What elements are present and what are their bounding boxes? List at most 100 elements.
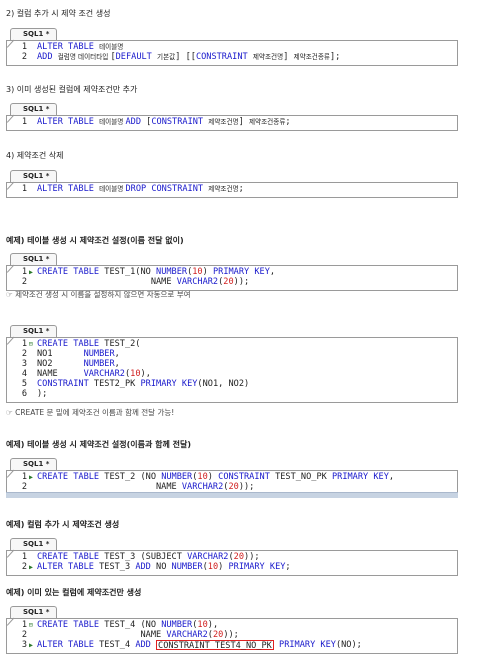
code-line: 6); [7,389,457,399]
fold-collapse-icon: ⊟ [29,340,33,348]
code-line: 1 ALTER TABLE 테이블명 DROP CONSTRAINT 제약조건명; [7,184,457,194]
code-token: CREATE TABLE [37,552,105,562]
code-line: 1 ⊟ CREATE TABLE TEST_4 (NO NUMBER(10), [7,620,457,630]
heading-example-create-named: 예제) 테이블 생성 시 제약조건 설정(이름과 함께 전달) [6,440,192,449]
code-token: ), [207,620,219,630]
gutter-spacer [29,117,37,127]
gutter-spacer [29,630,37,640]
code-token: ) [218,562,229,572]
code-token: , [114,359,120,369]
editor-tab[interactable]: SQL1 * [10,325,58,337]
code-token: 제약조건명 [208,118,239,126]
code-token: 테이블명 [99,43,124,51]
line-number: 3 [21,640,27,650]
editor-alter-add-column: SQL1 * 1 ALTER TABLE 테이블명 2 ADD 컬럼명 데이터타입 [D… [6,21,458,66]
editor-tab[interactable]: SQL1 * [10,28,58,40]
code-token: TEST_3 (SUBJECT [104,552,188,562]
code-token: NUMBER [156,267,188,277]
editor-example-add-column: SQL1 * 1 CREATE TABLE TEST_3 (SUBJECT VARC… [6,531,458,576]
execute-arrow-icon: ▶ [29,641,33,649]
code-line: 1 ⊟ CREATE TABLE TEST_2( [7,339,457,349]
editor-tab[interactable]: SQL1 * [10,458,58,470]
horizontal-scrollbar[interactable] [6,492,458,498]
line-number: 2 [21,630,27,640]
code-token: TEST_4 (NO [104,620,162,630]
code-token: CONSTRAINT [37,379,94,389]
code-token: ADD [125,117,147,127]
code-token: )); [238,482,255,492]
code-token: 컬럼명 데이터타입 [57,53,111,61]
line-number: 2 [21,562,27,572]
highlighted-constraint: CONSTRAINT TEST4_NO_PK [156,640,274,651]
gutter-spacer [29,42,37,52]
code-token: 10 [197,472,208,482]
heading-example-add-column: 예제) 컬럼 추가 시 제약조건 생성 [6,520,120,529]
code-token: NUMBER [83,349,115,359]
code-token: NO1 [37,349,84,359]
code-token: PRIMARY KEY [331,472,389,482]
code-token: ); [37,389,48,399]
editor-example-create-unnamed: SQL1 * 1 ▶ CREATE TABLE TEST_1(NO NUMBER(10… [6,246,458,291]
gutter-spacer [29,52,37,62]
code-line: 2 NO1 NUMBER, [7,349,457,359]
code-line: 3 NO2 NUMBER, [7,359,457,369]
code-line: 1 CREATE TABLE TEST_3 (SUBJECT VARCHAR2(2… [7,552,457,562]
heading-example-create-unnamed: 예제) 테이블 생성 시 제약조건 설정(이름 전달 없이) [6,236,184,245]
code-token: ; [238,184,244,194]
editor-example-existing-column: SQL1 * 1 ⊟ CREATE TABLE TEST_4 (NO NUMBER(1… [6,599,458,654]
code-area[interactable]: 1 ⊟ CREATE TABLE TEST_4 (NO NUMBER(10), 2 N… [6,618,458,654]
code-token: ) [202,267,213,277]
code-token: ALTER TABLE [37,117,100,127]
editor-tab[interactable]: SQL1 * [10,538,58,550]
note-create-with-name: ☞ CREATE 문 밑에 제약조건 이름과 함께 전달 가능! [6,408,175,417]
code-area[interactable]: 1 ALTER TABLE 테이블명 ADD [CONSTRAINT 제약조건명]… [6,115,458,131]
code-line: 2 ADD 컬럼명 데이터타입 [DEFAULT 기본값] [[CONSTRAIN… [7,52,457,62]
code-area[interactable]: 1 CREATE TABLE TEST_3 (SUBJECT VARCHAR2(2… [6,550,458,576]
code-token: VARCHAR2 [83,369,125,379]
code-token: VARCHAR2 [166,630,208,640]
code-token: TEST_2 (NO [104,472,162,482]
line-number: 3 [21,359,27,369]
code-token: )); [244,552,260,562]
code-line: 2 NAME VARCHAR2(20)); [7,482,457,492]
line-number: 4 [21,369,27,379]
code-token: TEST2_PK [93,379,141,389]
code-area[interactable]: 1 ALTER TABLE 테이블명 2 ADD 컬럼명 데이터타입 [DEFAULT… [6,40,458,66]
code-token: ] [238,117,249,127]
heading-alter-add-column: 2) 컬럼 추가 시 제약 조건 생성 [6,9,111,18]
code-token: CREATE TABLE [37,339,105,349]
code-token: NO2 [37,359,84,369]
code-token: 20 [228,482,239,492]
code-area[interactable]: 1 ▶ CREATE TABLE TEST_1(NO NUMBER(10) PRIM… [6,265,458,291]
gutter-spacer [29,369,37,379]
line-number: 2 [21,482,27,492]
code-line: 1 ALTER TABLE 테이블명 [7,42,457,52]
code-token: 10 [207,562,219,572]
code-line: 2 NAME VARCHAR2(20)); [7,277,457,287]
line-number: 2 [21,349,27,359]
code-token: ) [207,472,219,482]
code-line: 1 ALTER TABLE 테이블명 ADD [CONSTRAINT 제약조건명]… [7,117,457,127]
gutter-spacer [29,389,37,399]
editor-tab[interactable]: SQL1 * [10,170,58,182]
code-area[interactable]: 1 ⊟ CREATE TABLE TEST_2(2 NO1 NUMBER, 3 NO2 N… [6,337,458,403]
code-token: NAME [37,277,177,287]
code-token: 20 [223,277,234,287]
heading-example-existing-column: 예제) 이미 있는 컬럼에 제약조건만 생성 [6,588,142,597]
line-number: 6 [21,389,27,399]
editor-tab[interactable]: SQL1 * [10,103,58,115]
code-token: TEST_1(NO [104,267,157,277]
code-token: 20 [233,552,245,562]
code-token: 제약조건명 [252,53,284,61]
code-token: ] [[ [175,52,196,62]
execute-arrow-icon: ▶ [29,473,33,481]
fold-collapse-icon: ⊟ [29,621,33,629]
gutter-spacer [29,552,37,562]
heading-add-constraint-only: 3) 이미 생성된 컬럼에 제약조건만 추가 [6,85,138,94]
gutter-spacer [29,379,37,389]
code-token: PRIMARY KEY [228,562,286,572]
code-area[interactable]: 1 ALTER TABLE 테이블명 DROP CONSTRAINT 제약조건명; [6,182,458,198]
editor-tab[interactable]: SQL1 * [10,606,58,618]
code-token: ALTER TABLE [37,42,100,52]
editor-tab[interactable]: SQL1 * [10,253,58,265]
